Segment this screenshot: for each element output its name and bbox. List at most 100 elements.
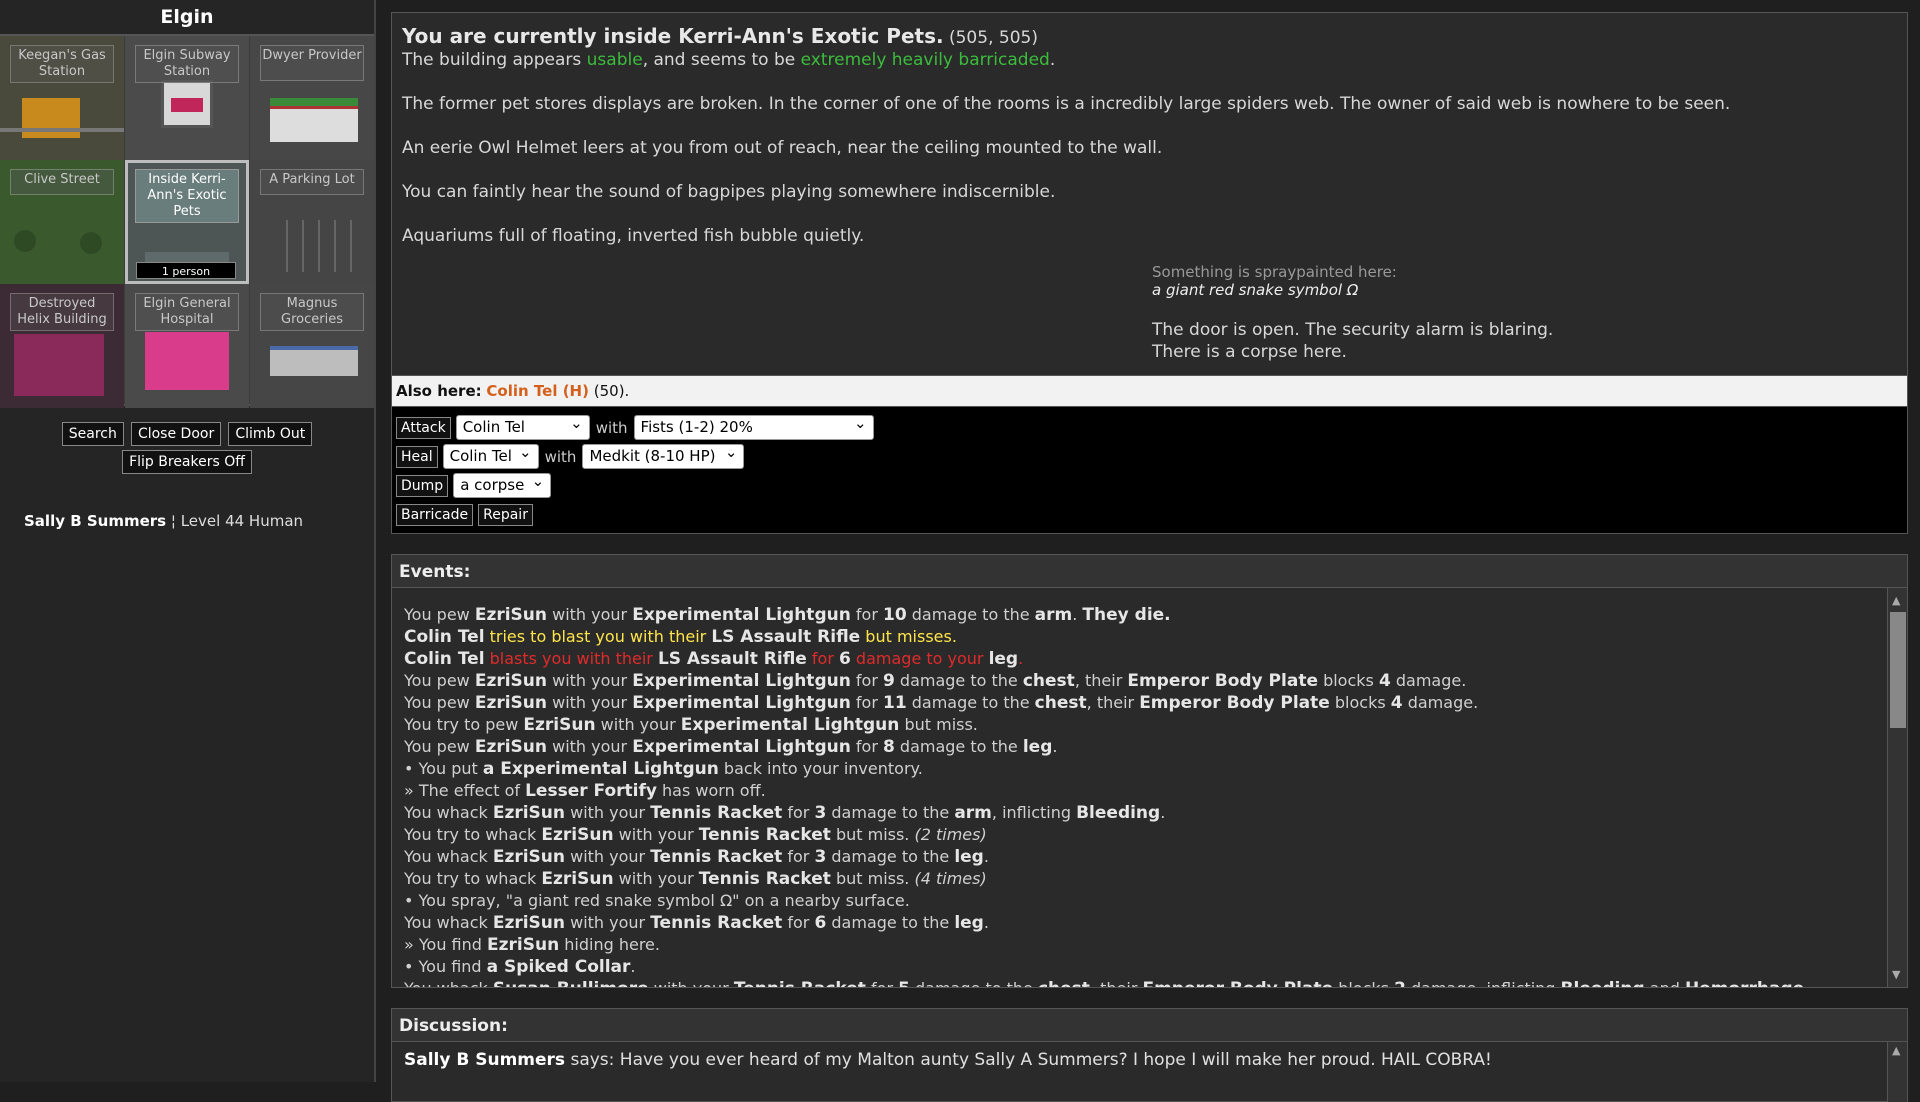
event-segment: with your <box>613 869 699 888</box>
events-lines: You pew EzriSun with your Experimental L… <box>404 604 1877 987</box>
event-segment: EzriSun <box>541 825 614 845</box>
events-log[interactable]: You pew EzriSun with your Experimental L… <box>391 588 1908 988</box>
map-tile-clive-street[interactable]: Clive Street <box>0 160 124 284</box>
map-tile-label: Inside Kerri-Ann's Exotic Pets <box>135 169 239 223</box>
discussion-scrollbar[interactable]: ▲ <box>1887 1042 1907 1102</box>
event-segment: leg <box>1022 737 1053 757</box>
heal-target-select[interactable]: Colin Tel <box>442 441 539 469</box>
event-line: You try to pew EzriSun with your Experim… <box>404 714 1877 736</box>
scrollbar-thumb[interactable] <box>1890 612 1906 728</box>
map-tile-elgin-subway-station[interactable]: Elgin Subway Station <box>125 36 249 160</box>
discussion-heading: Discussion: <box>391 1008 1908 1042</box>
event-segment: damage to the <box>894 671 1023 690</box>
event-segment: damage to the <box>894 737 1023 756</box>
store-awning <box>270 98 358 106</box>
event-segment: Experimental Lightgun <box>632 671 851 691</box>
attack-weapon-select[interactable]: Fists (1-2) 20% <box>633 412 874 440</box>
events-scrollbar[interactable]: ▲ ▼ <box>1887 588 1907 987</box>
event-line: You try to whack EzriSun with your Tenni… <box>404 868 1877 890</box>
door-text: The door is open. The security alarm is … <box>1152 320 1554 340</box>
map-grid: Keegan's Gas Station Elgin Subway Statio… <box>0 34 374 408</box>
search-button[interactable]: Search <box>61 422 124 446</box>
event-segment: Susan Bullimore <box>493 979 649 987</box>
map-tile-elgin-general-hospital[interactable]: Elgin General Hospital <box>125 284 249 408</box>
event-segment: has worn off. <box>656 781 766 800</box>
hospital-art <box>145 332 229 390</box>
event-segment: Experimental Lightgun <box>680 715 900 735</box>
also-here-bar: Also here: Colin Tel (H) (50). <box>391 376 1908 406</box>
event-segment: Lesser Fortify <box>525 781 657 801</box>
event-segment: EzriSun <box>541 869 614 889</box>
map-tile-destroyed-helix-building[interactable]: Destroyed Helix Building <box>0 284 124 408</box>
event-segment: but miss. <box>830 869 915 888</box>
event-segment: with your <box>649 979 734 987</box>
location-description: You are currently inside Kerri-Ann's Exo… <box>391 12 1908 376</box>
heal-item-select[interactable]: Medkit (8-10 HP) <box>582 441 745 469</box>
event-segment: Experimental Lightgun <box>632 693 851 713</box>
ruins-art <box>14 334 104 396</box>
event-segment: with your <box>565 847 651 866</box>
event-segment: with your <box>613 825 699 844</box>
heal-button[interactable]: Heal <box>396 445 438 468</box>
character-name[interactable]: Sally B Summers <box>24 512 166 530</box>
map-tile-label: A Parking Lot <box>260 169 364 195</box>
player-hp: (50). <box>593 382 630 400</box>
gas-station-art <box>22 98 80 138</box>
climb-out-button[interactable]: Climb Out <box>228 422 313 446</box>
dump-item-select[interactable]: a corpse <box>453 470 552 498</box>
attack-button[interactable]: Attack <box>396 416 451 439</box>
event-segment: leg <box>954 913 984 933</box>
discussion-log: Sally B Summers says: Have you ever hear… <box>391 1042 1908 1102</box>
event-segment: a Experimental Lightgun <box>482 759 719 779</box>
scroll-up-icon[interactable]: ▲ <box>1892 1044 1900 1057</box>
event-segment: EzriSun <box>474 671 548 691</box>
event-segment: 3 <box>814 803 827 823</box>
close-door-button[interactable]: Close Door <box>130 422 222 446</box>
event-segment: , their <box>1090 979 1143 987</box>
dump-button[interactable]: Dump <box>396 474 449 497</box>
event-segment: damage. <box>1402 693 1479 712</box>
map-tile-a-parking-lot[interactable]: A Parking Lot <box>250 160 374 284</box>
scroll-down-icon[interactable]: ▼ <box>1892 964 1900 986</box>
repair-button[interactable]: Repair <box>478 503 533 526</box>
scroll-up-icon[interactable]: ▲ <box>1892 590 1900 612</box>
event-segment: blocks <box>1317 671 1379 690</box>
flip-breakers-button[interactable]: Flip Breakers Off <box>122 450 252 474</box>
event-segment: EzriSun <box>474 605 548 625</box>
event-line: You whack EzriSun with your Tennis Racke… <box>404 912 1877 934</box>
event-segment: damage to the <box>910 979 1038 987</box>
event-segment: chest <box>1034 693 1087 713</box>
event-segment: Emperor Body Plate <box>1142 979 1333 987</box>
event-segment: 9 <box>882 671 895 691</box>
event-segment: with your <box>547 693 633 712</box>
event-segment: Bleeding <box>1076 803 1161 823</box>
event-segment: Colin Tel <box>404 649 485 669</box>
event-segment: . <box>1072 605 1083 624</box>
map-tile-keegans-gas-station[interactable]: Keegan's Gas Station <box>0 36 124 160</box>
description-paragraph: Aquariums full of floating, inverted fis… <box>402 226 865 246</box>
event-segment: You whack <box>404 979 493 987</box>
event-segment: arm <box>954 803 992 823</box>
description-paragraph: You can faintly hear the sound of bagpip… <box>402 182 1056 202</box>
left-action-buttons: Search Close Door Climb Out Flip Breaker… <box>0 420 374 476</box>
event-segment: tries to blast you with their <box>484 627 712 646</box>
player-link-colin-tel[interactable]: Colin Tel (H) <box>486 382 589 400</box>
event-segment: They die. <box>1082 605 1171 625</box>
map-tile-dwyer-provider[interactable]: Dwyer Provider <box>250 36 374 160</box>
door-status: The door is open. The security alarm is … <box>1152 319 1553 363</box>
subway-sign <box>171 98 203 112</box>
event-segment: 2 <box>1394 979 1406 987</box>
event-segment: damage to your <box>850 649 989 668</box>
attack-target-select[interactable]: Colin Tel <box>455 412 590 440</box>
road-line <box>0 128 124 132</box>
event-segment: 4 <box>1378 671 1391 691</box>
event-line: » You find EzriSun hiding here. <box>404 934 1877 956</box>
event-segment: EzriSun <box>474 693 548 713</box>
event-line: You whack EzriSun with your Tennis Racke… <box>404 846 1877 868</box>
discussion-speaker[interactable]: Sally B Summers <box>404 1050 565 1070</box>
map-tile-label: Elgin General Hospital <box>135 293 239 331</box>
barricade-button[interactable]: Barricade <box>396 503 474 526</box>
event-segment: LS Assault Rifle <box>711 627 861 647</box>
location-coords: (505, 505) <box>948 28 1038 48</box>
map-tile-magnus-groceries[interactable]: Magnus Groceries <box>250 284 374 408</box>
